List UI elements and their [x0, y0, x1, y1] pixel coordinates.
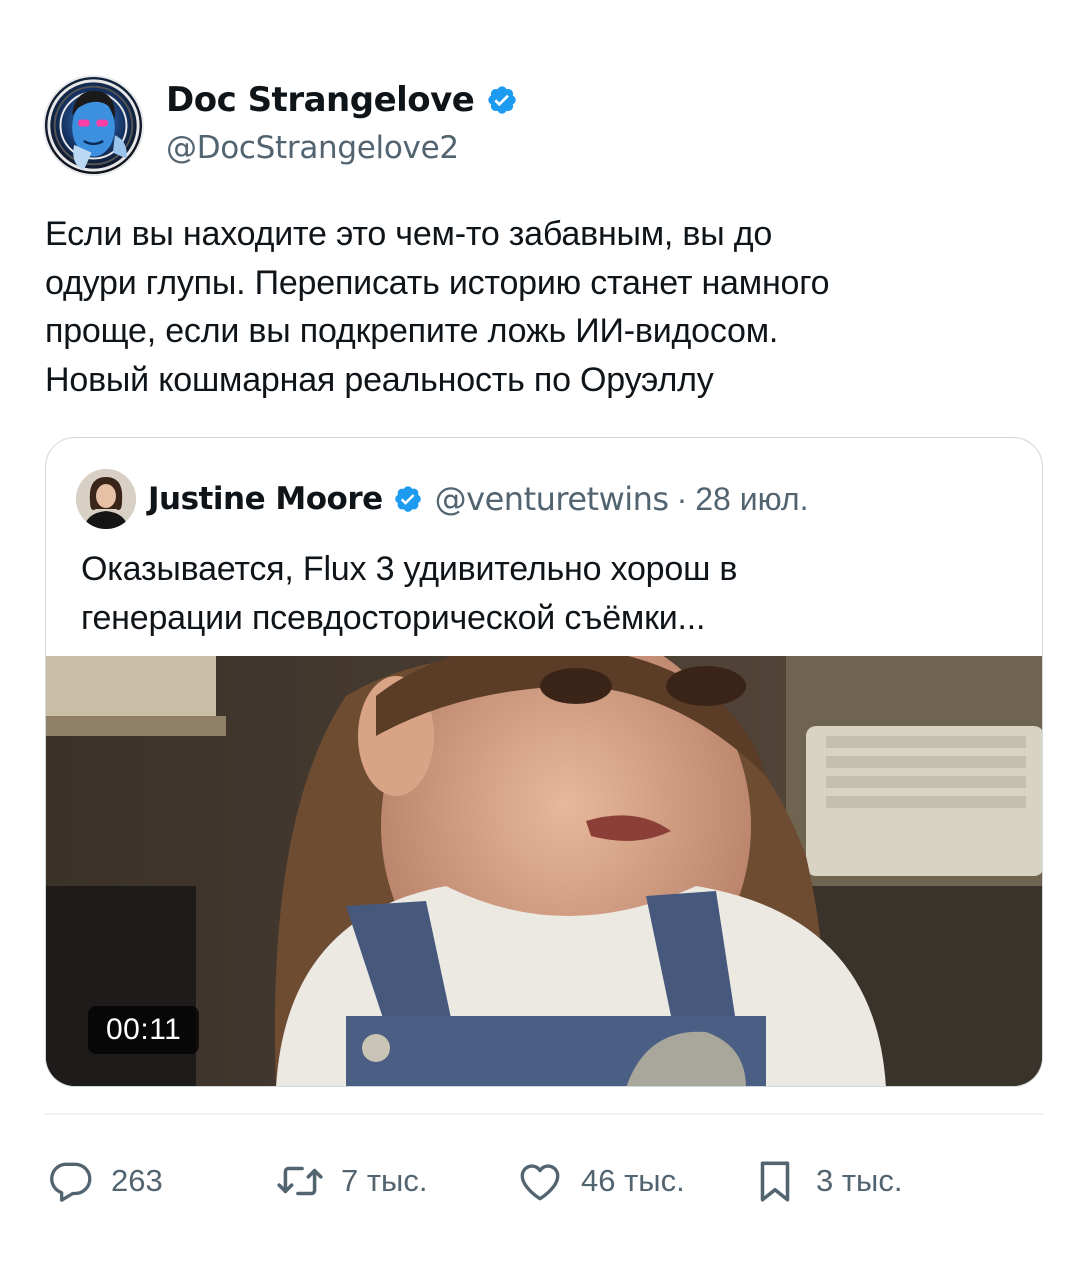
speech-bubble-icon [45, 1156, 95, 1206]
bookmark-icon [750, 1156, 800, 1206]
quote-author-handle[interactable]: @venturetwins [435, 480, 669, 518]
quote-author-avatar[interactable] [76, 469, 136, 529]
like-count: 46 тыс. [581, 1163, 685, 1198]
verified-badge-icon [393, 484, 423, 514]
author-avatar[interactable] [43, 75, 144, 176]
repost-button[interactable]: 7 тыс. [275, 1153, 427, 1209]
verified-badge-icon [486, 84, 518, 116]
action-bar: 263 7 тыс. 46 тыс. 3 тыс. [45, 1153, 945, 1209]
author-avatar-image [47, 79, 140, 172]
video-player[interactable]: 00:11 [46, 656, 1042, 1086]
divider [45, 1113, 1043, 1115]
video-duration: 00:11 [88, 1006, 200, 1054]
reply-count: 263 [111, 1163, 163, 1198]
quote-author-name[interactable]: Justine Moore [148, 481, 383, 517]
quote-separator: · [676, 480, 688, 517]
post-text-line: Новый кошмарная реальность по Оруэллу [45, 360, 714, 399]
heart-icon [515, 1156, 565, 1206]
reply-button[interactable]: 263 [45, 1153, 163, 1209]
quote-header: Justine Moore @venturetwins · 28 июл. [148, 476, 808, 522]
quote-date[interactable]: 28 июл. [695, 481, 808, 518]
author-name-text: Doc Strangelove [166, 80, 475, 120]
quote-text-line: Оказывается, Flux 3 удивительно хорош в [81, 550, 738, 588]
bookmark-count: 3 тыс. [816, 1163, 903, 1198]
bookmark-button[interactable]: 3 тыс. [750, 1153, 902, 1209]
post-text-line: проще, если вы подкрепите ложь ИИ-видосо… [45, 312, 779, 350]
quote-author-avatar-image [76, 469, 136, 529]
post-text: Если вы находите это чем-то забавным, вы… [45, 210, 1035, 404]
repost-count: 7 тыс. [341, 1163, 428, 1198]
quote-text: Оказывается, Flux 3 удивительно хорош в … [81, 545, 1011, 643]
author-name[interactable]: Doc Strangelove [166, 80, 518, 120]
like-button[interactable]: 46 тыс. [515, 1153, 685, 1209]
post-text-line: Если вы находите это чем-то забавным, вы… [45, 215, 773, 253]
quote-text-line: генерации псевдосторической съёмки... [81, 599, 706, 637]
repost-arrows-icon [275, 1156, 325, 1206]
author-handle[interactable]: @DocStrangelove2 [166, 130, 459, 166]
post-text-line: одури глупы. Переписать историю станет н… [45, 263, 830, 302]
quoted-post-card[interactable]: Justine Moore @venturetwins · 28 июл. Ок… [45, 437, 1043, 1087]
